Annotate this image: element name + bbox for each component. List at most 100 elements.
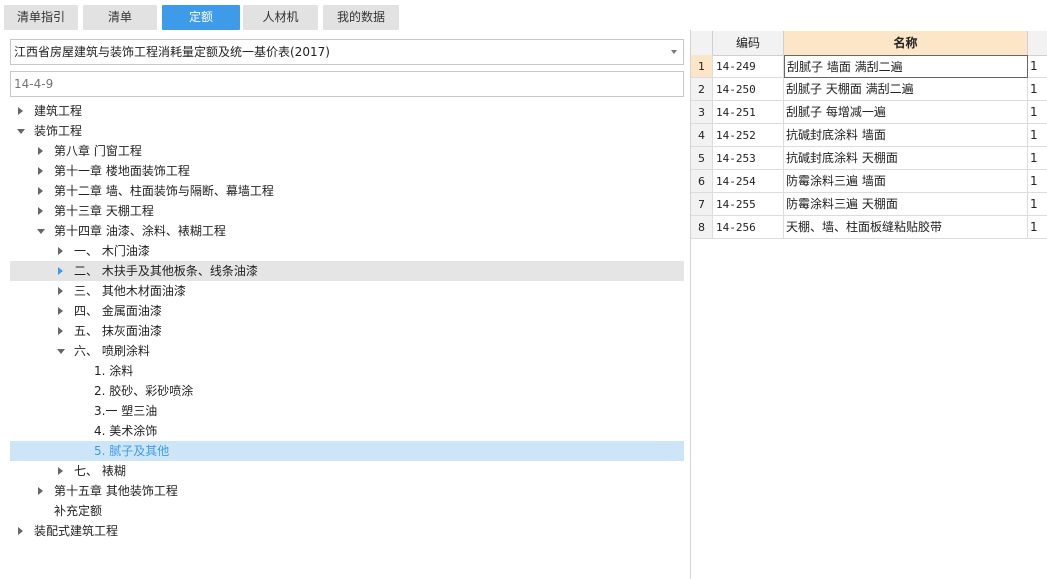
tree-node-label: 建筑工程	[34, 104, 83, 118]
tree-node-section-1[interactable]: 一、 木门油漆	[10, 241, 684, 261]
cell-code[interactable]: 14-256	[713, 216, 784, 239]
tree-node-label: 七、 裱糊	[74, 464, 126, 478]
column-header-extra[interactable]	[1028, 31, 1047, 55]
tab-my-data[interactable]: 我的数据	[323, 5, 399, 30]
table-row[interactable]: 2 14-250 刮腻子 天棚面 满刮二遍 1	[691, 78, 1047, 101]
expand-arrow-icon[interactable]	[38, 207, 43, 215]
tree-node-coating[interactable]: 1. 涂料	[10, 361, 684, 381]
table-row[interactable]: 4 14-252 抗碱封底涂料 墙面 1	[691, 124, 1047, 147]
cell-code[interactable]: 14-255	[713, 193, 784, 216]
expand-arrow-icon[interactable]	[58, 467, 63, 475]
expand-arrow-icon[interactable]	[18, 527, 23, 535]
tree-node-chapter-14[interactable]: 第十四章 油漆、涂料、裱糊工程	[10, 221, 684, 241]
quota-library-select[interactable]: 江西省房屋建筑与装饰工程消耗量定额及统一基价表(2017)	[10, 39, 684, 65]
table-row[interactable]: 8 14-256 天棚、墙、柱面板缝粘贴胶带 1	[691, 216, 1047, 239]
tab-quota[interactable]: 定额	[162, 5, 240, 30]
cell-extra[interactable]: 1	[1028, 55, 1047, 78]
tree-node-putty-other[interactable]: 5. 腻子及其他	[10, 441, 684, 461]
row-number[interactable]: 3	[691, 101, 713, 124]
table-row[interactable]: 7 14-255 防霉涂料三遍 天棚面 1	[691, 193, 1047, 216]
row-number[interactable]: 7	[691, 193, 713, 216]
cell-code[interactable]: 14-254	[713, 170, 784, 193]
chevron-down-icon[interactable]	[671, 50, 677, 54]
table-row[interactable]: 1 14-249 刮腻子 墙面 满刮二遍 1	[691, 55, 1047, 78]
cell-extra[interactable]: 1	[1028, 193, 1047, 216]
quota-library-value: 江西省房屋建筑与装饰工程消耗量定额及统一基价表(2017)	[14, 45, 330, 59]
expand-arrow-icon[interactable]	[58, 307, 63, 315]
tree-node-label: 2. 胶砂、彩砂喷涂	[94, 384, 194, 398]
tree-node-chapter-8[interactable]: 第八章 门窗工程	[10, 141, 684, 161]
tree-node-section-3[interactable]: 三、 其他木材面油漆	[10, 281, 684, 301]
cell-name[interactable]: 天棚、墙、柱面板缝粘贴胶带	[784, 216, 1028, 239]
table-row[interactable]: 5 14-253 抗碱封底涂料 天棚面 1	[691, 147, 1047, 170]
tree-node-section-6[interactable]: 六、 喷刷涂料	[10, 341, 684, 361]
table-row[interactable]: 3 14-251 刮腻子 每增减一遍 1	[691, 101, 1047, 124]
tree-node-chapter-15[interactable]: 第十五章 其他装饰工程	[10, 481, 684, 501]
expand-arrow-icon[interactable]	[18, 107, 23, 115]
cell-code[interactable]: 14-251	[713, 101, 784, 124]
cell-name[interactable]: 防霉涂料三遍 天棚面	[784, 193, 1028, 216]
tree-node-art-finish[interactable]: 4. 美术涂饰	[10, 421, 684, 441]
tree-node-section-4[interactable]: 四、 金属面油漆	[10, 301, 684, 321]
row-number[interactable]: 4	[691, 124, 713, 147]
tree-node-chapter-12[interactable]: 第十二章 墙、柱面装饰与隔断、幕墙工程	[10, 181, 684, 201]
tree-node-chapter-13[interactable]: 第十三章 天棚工程	[10, 201, 684, 221]
expand-arrow-icon[interactable]	[58, 267, 63, 275]
row-number[interactable]: 6	[691, 170, 713, 193]
cell-code[interactable]: 14-253	[713, 147, 784, 170]
expand-arrow-icon[interactable]	[38, 187, 43, 195]
row-number[interactable]: 1	[691, 55, 713, 78]
cell-extra[interactable]: 1	[1028, 124, 1047, 147]
cell-extra[interactable]: 1	[1028, 101, 1047, 124]
cell-code[interactable]: 14-252	[713, 124, 784, 147]
tab-labor-material-machine[interactable]: 人材机	[243, 5, 318, 30]
tree-node-building[interactable]: 建筑工程	[10, 101, 684, 121]
cell-extra[interactable]: 1	[1028, 216, 1047, 239]
tree-node-label: 补充定额	[54, 504, 103, 518]
cell-name[interactable]: 抗碱封底涂料 天棚面	[784, 147, 1028, 170]
cell-name[interactable]: 抗碱封底涂料 墙面	[784, 124, 1028, 147]
tree-node-chapter-11[interactable]: 第十一章 楼地面装饰工程	[10, 161, 684, 181]
tree-node-section-7[interactable]: 七、 裱糊	[10, 461, 684, 481]
cell-extra[interactable]: 1	[1028, 170, 1047, 193]
grid-corner[interactable]	[691, 31, 713, 55]
tree-node-decoration[interactable]: 装饰工程	[10, 121, 684, 141]
expand-arrow-icon[interactable]	[58, 327, 63, 335]
tree-node-section-2[interactable]: 二、 木扶手及其他板条、线条油漆	[10, 261, 684, 281]
cell-name[interactable]: 刮腻子 墙面 满刮二遍	[784, 55, 1028, 78]
tree-node-label: 3.一 塑三油	[94, 404, 158, 418]
cell-name[interactable]: 防霉涂料三遍 墙面	[784, 170, 1028, 193]
tab-bill-guide[interactable]: 清单指引	[4, 5, 78, 30]
tree-node-sand-spray[interactable]: 2. 胶砂、彩砂喷涂	[10, 381, 684, 401]
cell-code[interactable]: 14-249	[713, 55, 784, 78]
tree-node-label: 装配式建筑工程	[34, 524, 119, 538]
tree-node-label: 4. 美术涂饰	[94, 424, 158, 438]
collapse-arrow-icon[interactable]	[17, 129, 25, 134]
row-number[interactable]: 2	[691, 78, 713, 101]
expand-arrow-icon[interactable]	[38, 167, 43, 175]
row-number[interactable]: 5	[691, 147, 713, 170]
quota-grid: 编码 名称 1 14-249 刮腻子 墙面 满刮二遍 1 2 14-250 刮腻…	[691, 31, 1047, 579]
expand-arrow-icon[interactable]	[38, 147, 43, 155]
tree-node-prefab-building[interactable]: 装配式建筑工程	[10, 521, 684, 541]
expand-arrow-icon[interactable]	[38, 487, 43, 495]
quota-search-input[interactable]	[10, 71, 684, 97]
collapse-arrow-icon[interactable]	[37, 229, 45, 234]
tree-node-supplement[interactable]: 补充定额	[10, 501, 684, 521]
tab-bill[interactable]: 清单	[83, 5, 157, 30]
table-row[interactable]: 6 14-254 防霉涂料三遍 墙面 1	[691, 170, 1047, 193]
row-number[interactable]: 8	[691, 216, 713, 239]
expand-arrow-icon[interactable]	[58, 247, 63, 255]
cell-name[interactable]: 刮腻子 天棚面 满刮二遍	[784, 78, 1028, 101]
tree-node-section-5[interactable]: 五、 抹灰面油漆	[10, 321, 684, 341]
expand-arrow-icon[interactable]	[58, 287, 63, 295]
collapse-arrow-icon[interactable]	[57, 349, 65, 354]
tree-node-plastic-oil[interactable]: 3.一 塑三油	[10, 401, 684, 421]
cell-extra[interactable]: 1	[1028, 78, 1047, 101]
tree-node-label: 五、 抹灰面油漆	[74, 324, 162, 338]
cell-code[interactable]: 14-250	[713, 78, 784, 101]
cell-name[interactable]: 刮腻子 每增减一遍	[784, 101, 1028, 124]
column-header-name[interactable]: 名称	[784, 31, 1028, 55]
column-header-code[interactable]: 编码	[713, 31, 784, 55]
cell-extra[interactable]: 1	[1028, 147, 1047, 170]
